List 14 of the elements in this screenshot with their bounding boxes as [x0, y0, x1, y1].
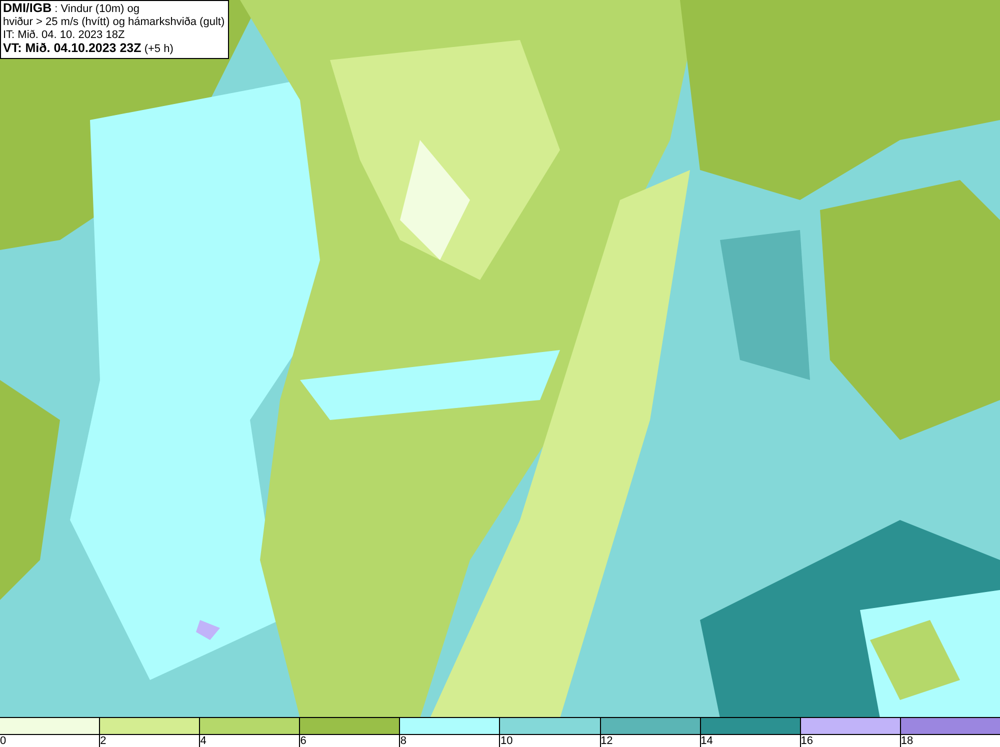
- legend-tick-label: 14: [700, 735, 713, 747]
- legend-tick-label: 4: [200, 735, 206, 747]
- legend-tick-label: 10: [500, 735, 513, 747]
- legend-tick-label: 16: [800, 735, 813, 747]
- legend-tick-label: 6: [300, 735, 306, 747]
- info-text: DMI/IGB : Vindur (10m) og: [3, 2, 140, 16]
- legend-tick-label: 0: [0, 735, 6, 747]
- info-text: hviður > 25 m/s (hvítt) og hámarkshviða (gult): [3, 16, 225, 29]
- legend-tick-label: 2: [100, 735, 106, 747]
- legend-tick-label: 12: [600, 735, 613, 747]
- info-text: IT: Mið. 04. 10. 2023 18Z: [3, 29, 126, 42]
- legend-tick-label: 8: [400, 735, 406, 747]
- legend-tick-label: 18: [900, 735, 914, 747]
- info-text: VT: Mið. 04.10.2023 23Z (+5 h): [3, 42, 174, 56]
